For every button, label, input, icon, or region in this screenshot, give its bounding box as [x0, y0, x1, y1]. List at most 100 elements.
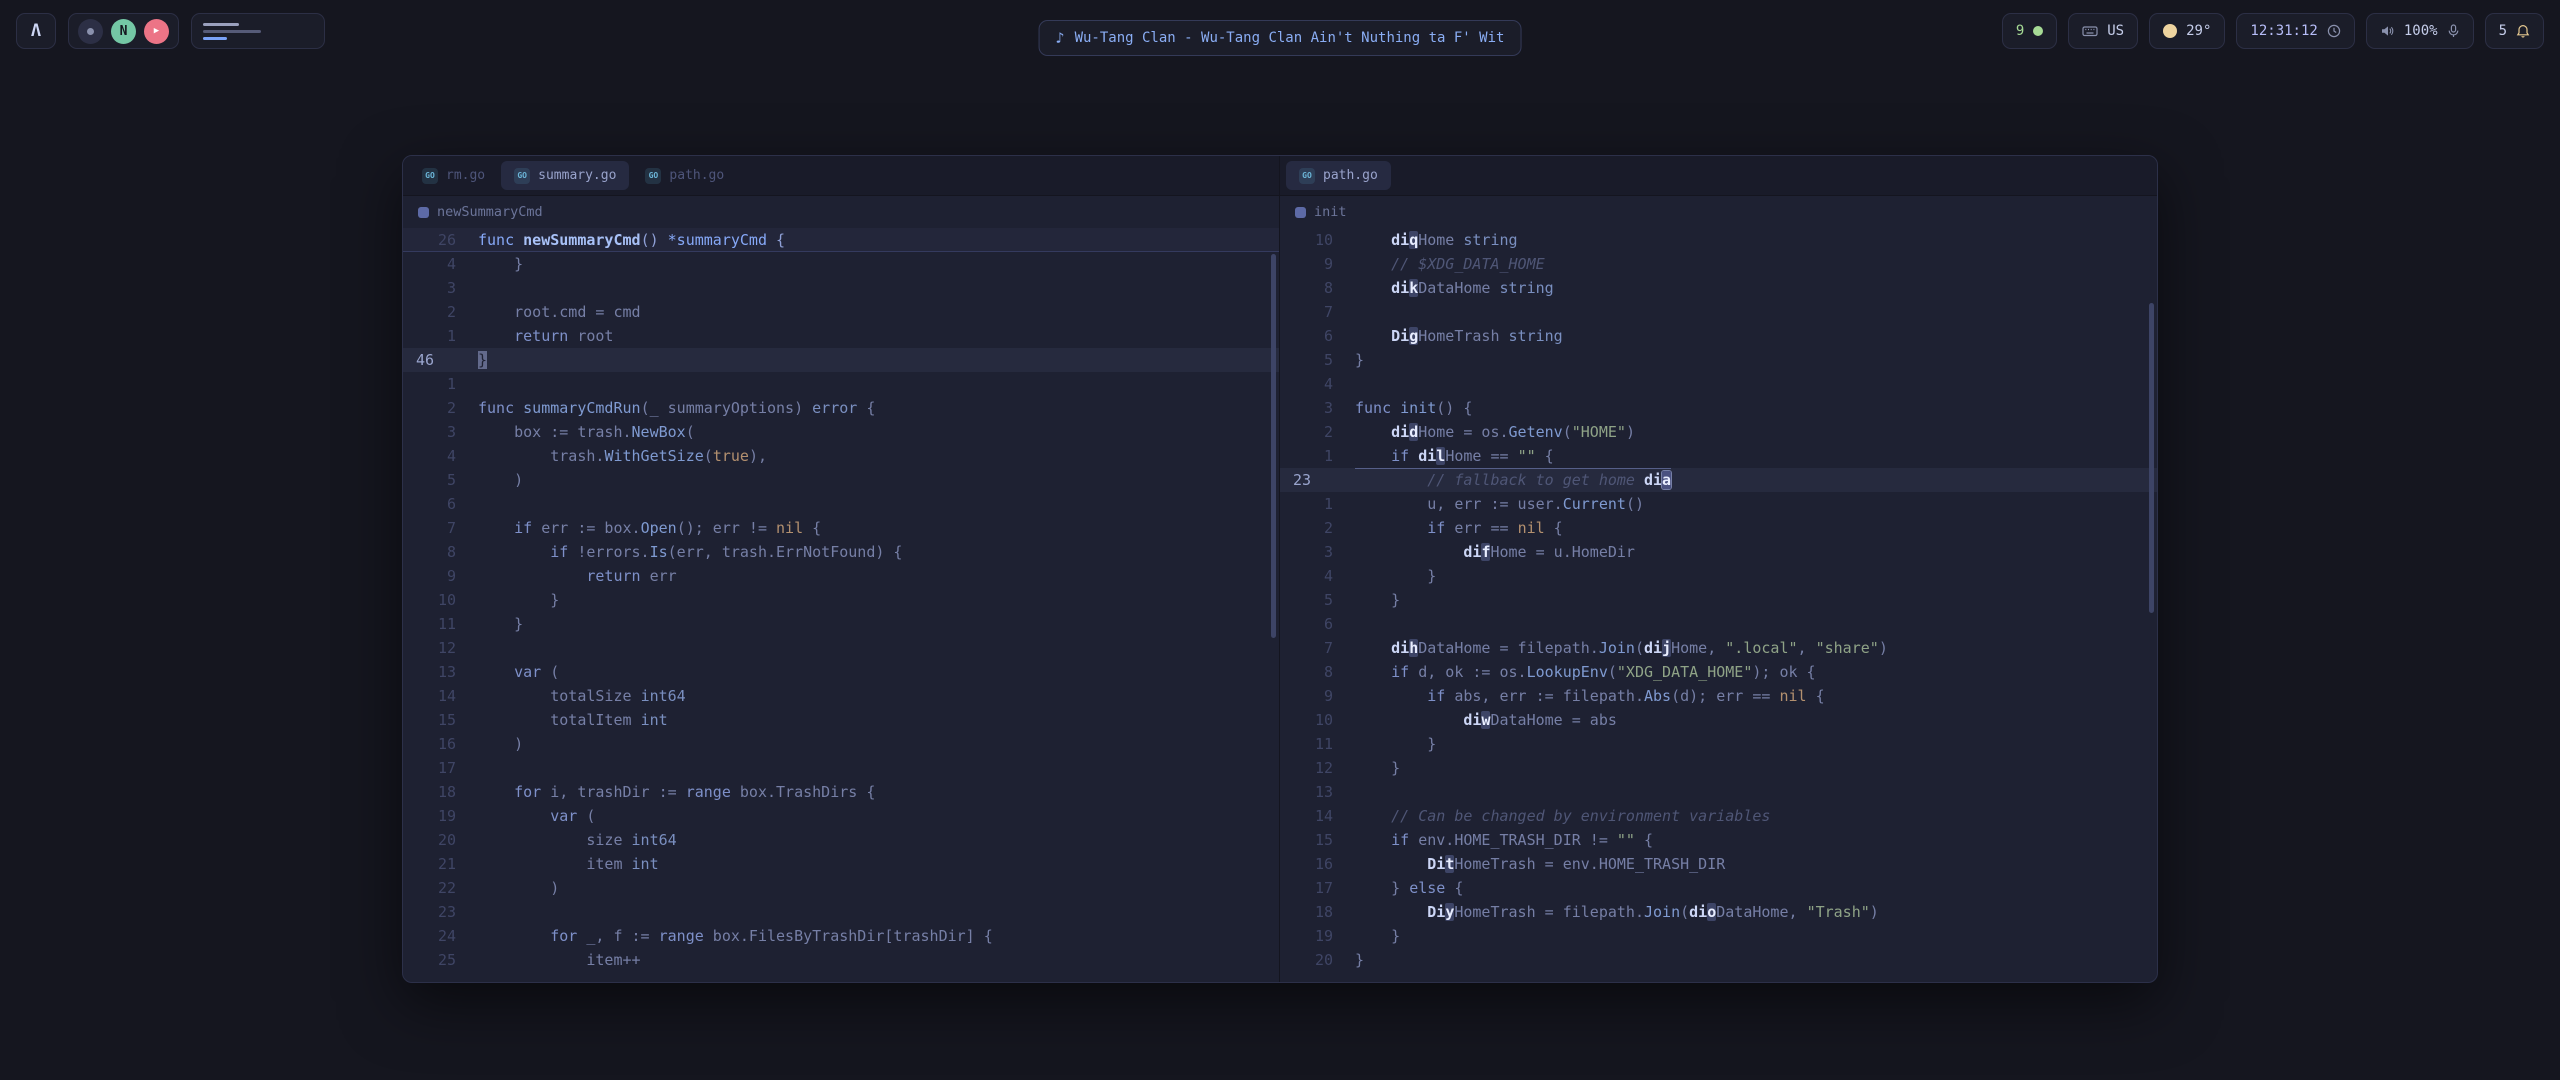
left-tabbar: GO rm.go GO summary.go GO path.go: [403, 156, 1279, 196]
code-line[interactable]: 11 }: [403, 612, 1279, 636]
code-line[interactable]: 22 ): [403, 876, 1279, 900]
keyboard-layout-module[interactable]: US: [2068, 13, 2138, 49]
code-line[interactable]: 2 if err == nil {: [1280, 516, 2157, 540]
line-number: 24: [403, 924, 478, 948]
audio-module[interactable]: 100%: [2366, 13, 2474, 49]
code-text: }: [478, 612, 523, 636]
code-line[interactable]: 8 dikDataHome string: [1280, 276, 2157, 300]
code-line[interactable]: 7: [1280, 300, 2157, 324]
code-line[interactable]: 11 }: [1280, 732, 2157, 756]
code-line[interactable]: 3: [403, 276, 1279, 300]
line-number: 3: [403, 420, 478, 444]
code-line[interactable]: 18 DiyHomeTrash = filepath.Join(dioDataH…: [1280, 900, 2157, 924]
code-line[interactable]: 7 if err := box.Open(); err != nil {: [403, 516, 1279, 540]
breadcrumb[interactable]: init: [1280, 196, 2157, 228]
line-number: 18: [1280, 900, 1355, 924]
code-line[interactable]: 23: [403, 900, 1279, 924]
code-line[interactable]: 8 if !errors.Is(err, trash.ErrNotFound) …: [403, 540, 1279, 564]
code-text: u, err := user.Current(): [1355, 492, 1644, 516]
code-line[interactable]: 8 if d, ok := os.LookupEnv("XDG_DATA_HOM…: [1280, 660, 2157, 684]
code-line[interactable]: 10 diwDataHome = abs: [1280, 708, 2157, 732]
code-line[interactable]: 20}: [1280, 948, 2157, 972]
code-text: var (: [478, 804, 595, 828]
line-number: 3: [1280, 396, 1355, 420]
code-line[interactable]: 12 }: [1280, 756, 2157, 780]
breadcrumb-symbol: newSummaryCmd: [437, 204, 543, 220]
code-line[interactable]: 13: [1280, 780, 2157, 804]
code-line[interactable]: 14 // Can be changed by environment vari…: [1280, 804, 2157, 828]
code-line[interactable]: 3 difHome = u.HomeDir: [1280, 540, 2157, 564]
code-line[interactable]: 6 DigHomeTrash string: [1280, 324, 2157, 348]
code-line[interactable]: 3 box := trash.NewBox(: [403, 420, 1279, 444]
code-line[interactable]: 10 diqHome string: [1280, 228, 2157, 252]
line-number: 11: [1280, 732, 1355, 756]
code-line[interactable]: 25 item++: [403, 948, 1279, 972]
code-line[interactable]: 2 root.cmd = cmd: [403, 300, 1279, 324]
notifications-module[interactable]: 5: [2485, 13, 2544, 49]
code-line[interactable]: 17: [403, 756, 1279, 780]
workspace-indicator-1[interactable]: [78, 19, 103, 44]
code-line[interactable]: 13 var (: [403, 660, 1279, 684]
preview-line: [203, 23, 239, 26]
code-line[interactable]: 1: [403, 372, 1279, 396]
line-number: 9: [1280, 252, 1355, 276]
tab-rm-go[interactable]: GO rm.go: [409, 161, 498, 190]
window-preview[interactable]: [191, 13, 325, 49]
code-line[interactable]: 19 var (: [403, 804, 1279, 828]
code-line[interactable]: 17 } else {: [1280, 876, 2157, 900]
sticky-context-line[interactable]: 26 func newSummaryCmd() *summaryCmd {: [403, 228, 1279, 252]
code-line[interactable]: 2func summaryCmdRun(_ summaryOptions) er…: [403, 396, 1279, 420]
code-line[interactable]: 24 for _, f := range box.FilesByTrashDir…: [403, 924, 1279, 948]
code-line[interactable]: 14 totalSize int64: [403, 684, 1279, 708]
code-line[interactable]: 15 totalItem int: [403, 708, 1279, 732]
code-line[interactable]: 4 trash.WithGetSize(true),: [403, 444, 1279, 468]
weather-module[interactable]: 29°: [2149, 13, 2225, 49]
code-line[interactable]: 12: [403, 636, 1279, 660]
tab-summary-go[interactable]: GO summary.go: [501, 161, 629, 190]
tab-path-go[interactable]: GO path.go: [632, 161, 737, 190]
clock-module[interactable]: 12:31:12: [2236, 13, 2354, 49]
code-line[interactable]: 23 // fallback to get home dia: [1280, 468, 2157, 492]
code-line[interactable]: 19 }: [1280, 924, 2157, 948]
right-scrollbar[interactable]: [2149, 303, 2154, 613]
code-line[interactable]: 4: [1280, 372, 2157, 396]
volume-level: 100%: [2404, 23, 2438, 39]
launcher-button[interactable]: Λ: [16, 13, 56, 49]
workspace-indicator-3[interactable]: ▶: [144, 19, 169, 44]
code-line[interactable]: 5 ): [403, 468, 1279, 492]
code-line[interactable]: 15 if env.HOME_TRASH_DIR != "" {: [1280, 828, 2157, 852]
tab-path-go-right[interactable]: GO path.go: [1286, 161, 1391, 190]
code-line[interactable]: 9 if abs, err := filepath.Abs(d); err ==…: [1280, 684, 2157, 708]
tab-label: summary.go: [538, 168, 616, 183]
workspace-indicator-2[interactable]: N: [111, 19, 136, 44]
media-player-module[interactable]: ♪ Wu-Tang Clan - Wu-Tang Clan Ain't Nuth…: [1039, 20, 1522, 56]
code-line[interactable]: 16 DitHomeTrash = env.HOME_TRASH_DIR: [1280, 852, 2157, 876]
code-line[interactable]: 18 for i, trashDir := range box.TrashDir…: [403, 780, 1279, 804]
code-line[interactable]: 10 }: [403, 588, 1279, 612]
code-line[interactable]: 46}: [403, 348, 1279, 372]
code-line[interactable]: 6: [403, 492, 1279, 516]
code-line[interactable]: 5}: [1280, 348, 2157, 372]
code-line[interactable]: 3func init() {: [1280, 396, 2157, 420]
code-line[interactable]: 5 }: [1280, 588, 2157, 612]
code-line[interactable]: 16 ): [403, 732, 1279, 756]
code-line[interactable]: 9 // $XDG_DATA_HOME: [1280, 252, 2157, 276]
code-line[interactable]: 4 }: [1280, 564, 2157, 588]
code-line[interactable]: 1 return root: [403, 324, 1279, 348]
code-line[interactable]: 21 item int: [403, 852, 1279, 876]
breadcrumb[interactable]: newSummaryCmd: [403, 196, 1279, 228]
line-number: 2: [1280, 516, 1355, 540]
code-line[interactable]: 1 if dilHome == "" {: [1280, 444, 2157, 468]
code-line[interactable]: 2 didHome = os.Getenv("HOME"): [1280, 420, 2157, 444]
updates-module[interactable]: 9: [2002, 13, 2057, 49]
left-scrollbar[interactable]: [1271, 254, 1276, 638]
code-line[interactable]: 1 u, err := user.Current(): [1280, 492, 2157, 516]
code-line[interactable]: 6: [1280, 612, 2157, 636]
code-line[interactable]: 4 }: [403, 252, 1279, 276]
line-number: 2: [403, 300, 478, 324]
code-line[interactable]: 7 dihDataHome = filepath.Join(dijHome, "…: [1280, 636, 2157, 660]
code-text: ): [478, 732, 523, 756]
code-line[interactable]: 9 return err: [403, 564, 1279, 588]
symbol-icon: [1295, 207, 1306, 218]
code-line[interactable]: 20 size int64: [403, 828, 1279, 852]
